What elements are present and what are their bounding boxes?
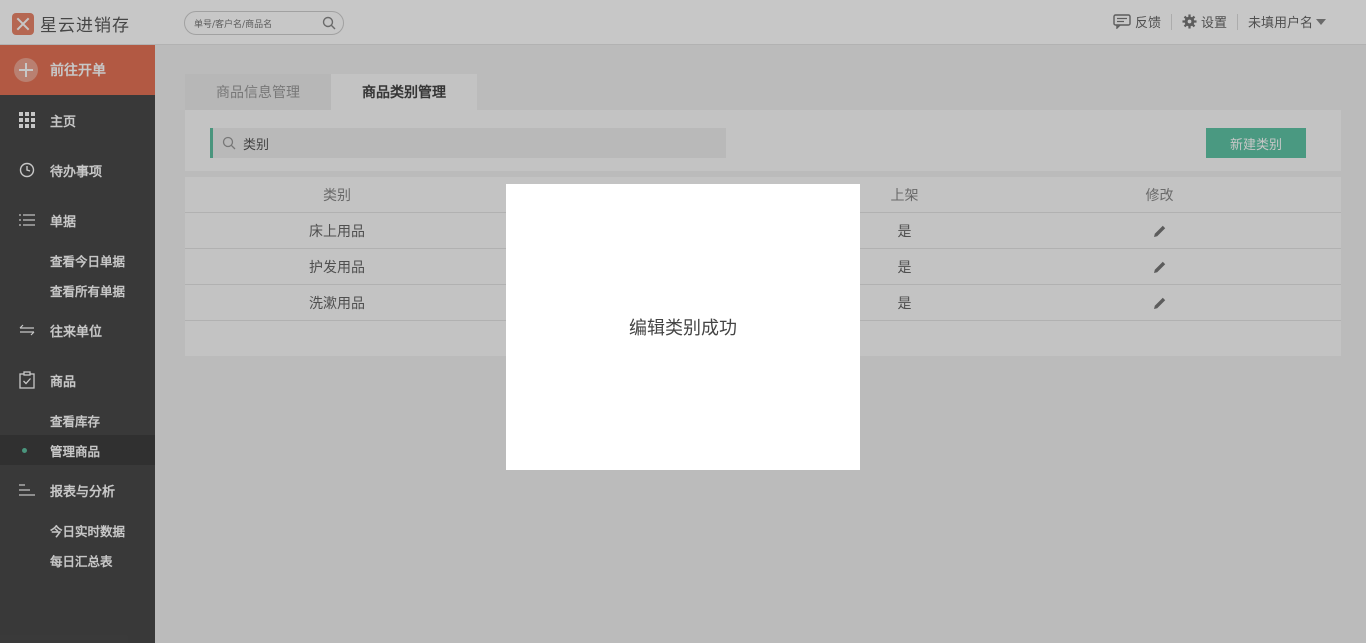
success-message: 编辑类别成功 <box>629 318 737 339</box>
success-dialog: 编辑类别成功 <box>506 184 860 470</box>
